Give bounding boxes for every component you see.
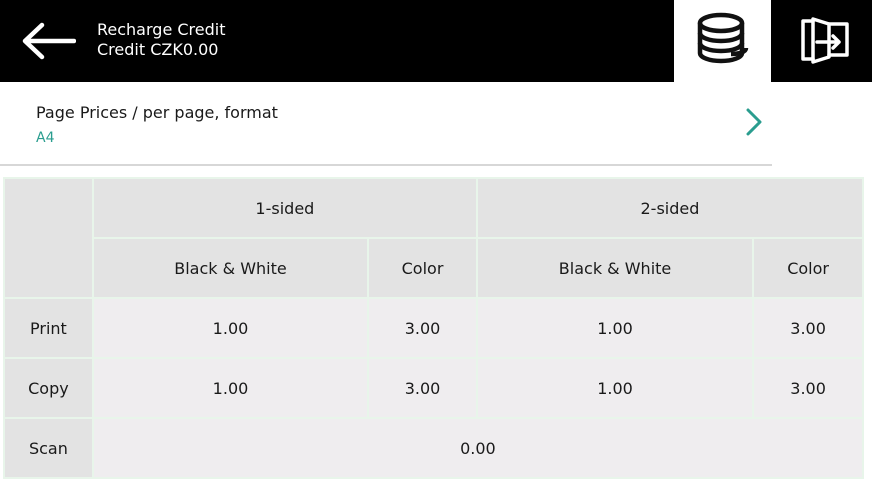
- price-cell: 1.00: [475, 297, 755, 359]
- header-1-sided-bw: Black & White: [91, 237, 370, 299]
- header-2-sided-color: Color: [752, 237, 864, 299]
- scan-price-cell: 0.00: [91, 417, 865, 479]
- price-cell: 1.00: [475, 357, 755, 419]
- price-table: 1-sided 2-sided Black & White Color Blac…: [3, 177, 865, 479]
- row-label-copy: Copy: [3, 357, 94, 419]
- price-cell: 1.00: [91, 357, 370, 419]
- table-row-copy: Copy 1.00 3.00 1.00 3.00: [3, 357, 864, 419]
- price-cell: 3.00: [752, 357, 864, 419]
- chevron-right-icon: [746, 108, 762, 136]
- exit-door-icon: [801, 17, 849, 64]
- page-prices-selector[interactable]: Page Prices / per page, format A4: [0, 83, 772, 166]
- exit-button[interactable]: [773, 0, 872, 82]
- price-cell: 3.00: [367, 297, 478, 359]
- price-cell: 1.00: [91, 297, 370, 359]
- top-bar: Recharge Credit Credit CZK0.00: [0, 0, 872, 82]
- header-2-sided-bw: Black & White: [475, 237, 755, 299]
- table-row-scan: Scan 0.00: [3, 417, 865, 479]
- coins-icon: [697, 12, 749, 64]
- credit-balance: Credit CZK0.00: [97, 40, 219, 59]
- page-format-value: A4: [36, 130, 55, 146]
- header-2-sided: 2-sided: [475, 177, 865, 239]
- arrow-left-icon: [22, 22, 76, 60]
- back-button[interactable]: [0, 0, 90, 82]
- header-1-sided-color: Color: [367, 237, 478, 299]
- page-prices-label: Page Prices / per page, format: [36, 103, 278, 122]
- header-1-sided: 1-sided: [91, 177, 478, 239]
- row-label-scan: Scan: [3, 417, 94, 479]
- header-title-block: Recharge Credit Credit CZK0.00: [97, 20, 225, 60]
- table-row-print: Print 1.00 3.00 1.00 3.00: [3, 297, 864, 359]
- table-corner-cell: [3, 177, 94, 299]
- price-cell: 3.00: [752, 297, 864, 359]
- page-title: Recharge Credit: [97, 20, 226, 39]
- row-label-print: Print: [3, 297, 94, 359]
- price-cell: 3.00: [367, 357, 478, 419]
- recharge-credit-tab[interactable]: [674, 0, 771, 82]
